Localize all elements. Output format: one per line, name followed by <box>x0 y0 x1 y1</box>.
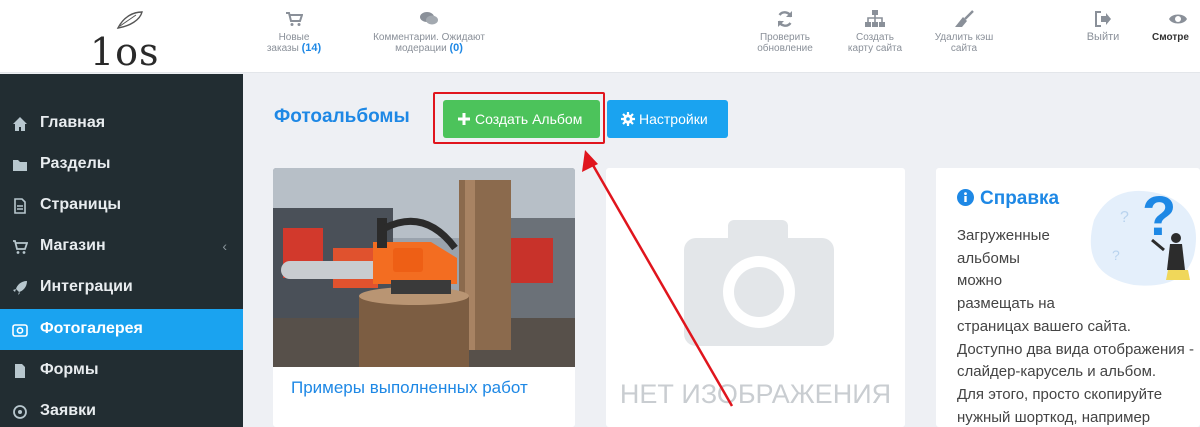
sidebar-item-integrations[interactable]: Интеграции <box>0 267 243 308</box>
chevron-left-icon: ‹ <box>222 238 227 254</box>
camera-placeholder-icon <box>684 220 834 346</box>
leaf-logo-icon <box>116 11 143 29</box>
comments-count: (0) <box>449 42 463 54</box>
check-update-link[interactable]: Проверить обновление <box>752 10 818 54</box>
home-icon <box>13 117 27 131</box>
help-line: слайдер-карусель и альбом. <box>957 363 1157 381</box>
logout-label: Выйти <box>1086 31 1120 43</box>
create-sitemap-link[interactable]: Создать карту сайта <box>840 10 910 54</box>
sidebar-item-label: Главная <box>40 114 106 131</box>
camera-icon <box>12 324 28 337</box>
refresh-icon <box>777 11 793 27</box>
sidebar-item-requests[interactable]: Заявки <box>0 391 243 427</box>
chainsaw-photo <box>273 168 575 367</box>
annotation-highlight-box <box>433 92 605 144</box>
update-label-line2: обновление <box>757 43 813 54</box>
logo[interactable]: 1os <box>82 8 162 74</box>
sidebar-item-label: Заявки <box>40 402 96 419</box>
comments-icon <box>420 12 438 25</box>
file-solid-icon <box>15 364 25 378</box>
cache-label-line1: Удалить кэш <box>934 32 994 43</box>
sidebar-item-label: Интеграции <box>40 278 133 295</box>
pending-comments-link[interactable]: Комментарии. Ожидают модерации (0) <box>364 10 494 54</box>
sidebar-item-photogallery[interactable]: Фотогалерея <box>0 309 243 350</box>
info-icon <box>957 189 974 206</box>
sidebar-item-pages[interactable]: Страницы <box>0 185 243 226</box>
cart-icon <box>13 240 28 254</box>
help-title-text: Справка <box>980 188 1060 209</box>
sidebar-item-label: Фотогалерея <box>40 320 143 337</box>
help-line: размещать на <box>957 295 1055 313</box>
help-line: Для этого, просто скопируйте <box>957 385 1163 403</box>
help-line: альбомы <box>957 249 1020 267</box>
sidebar-item-shop[interactable]: Магазин ‹ <box>0 226 243 267</box>
settings-button[interactable]: Настройки <box>607 100 728 138</box>
rocket-icon <box>13 281 27 295</box>
logout-link[interactable]: Выйти <box>1080 10 1126 43</box>
top-bar: 1os Новые заказы (14) Комментарии. Ожида… <box>0 0 1200 74</box>
view-site-link[interactable]: Смотре <box>1152 10 1200 43</box>
cart-icon <box>286 12 303 26</box>
help-line: нужный шорткод, например <box>957 408 1151 426</box>
sidebar-item-sections[interactable]: Разделы <box>0 144 243 185</box>
help-line: страницах вашего сайта. <box>957 317 1131 335</box>
file-icon <box>14 198 26 214</box>
sitemap-label-line1: Создать <box>855 32 894 43</box>
logout-icon <box>1095 11 1111 27</box>
help-line: Загруженные <box>957 227 1050 244</box>
folder-icon <box>13 160 27 171</box>
new-orders-link[interactable]: Новые заказы (14) <box>262 10 326 54</box>
album-card[interactable]: Примеры выполненных работ <box>273 168 575 427</box>
help-line: Доступно два вида отображения - <box>957 340 1194 358</box>
eye-icon <box>1169 14 1187 24</box>
orders-label-line2: заказы <box>266 43 299 54</box>
update-label-line1: Проверить <box>759 32 810 43</box>
broom-icon <box>955 10 974 27</box>
sidebar-item-forms[interactable]: Формы <box>0 350 243 391</box>
gear-icon <box>621 112 635 126</box>
comments-label-line2: модерации <box>395 43 447 54</box>
orders-count: (14) <box>301 42 322 54</box>
view-site-label: Смотре <box>1152 32 1189 43</box>
comments-label-line1: Комментарии. Ожидают <box>373 32 485 43</box>
sidebar: Главная Разделы Страницы Магазин ‹ Интег… <box>0 74 243 427</box>
page-title: Фотоальбомы <box>274 106 410 127</box>
help-text: Загруженные альбомы можно размещать на с… <box>957 225 1200 427</box>
logo-text: 1os <box>90 30 160 74</box>
sidebar-item-label: Разделы <box>40 155 111 172</box>
help-title: Справка <box>957 188 1059 210</box>
cache-label-line2: сайта <box>950 43 978 54</box>
album-card[interactable]: НЕТ ИЗОБРАЖЕНИЯ <box>606 168 905 427</box>
album-title[interactable]: Примеры выполненных работ <box>291 378 528 398</box>
help-line: можно <box>957 272 1003 290</box>
album-cover-photo[interactable] <box>273 168 575 367</box>
settings-label: Настройки <box>639 111 708 127</box>
sitemap-label-line2: карту сайта <box>847 43 903 54</box>
svg-text:?: ? <box>1120 209 1129 226</box>
target-icon <box>13 405 27 419</box>
sidebar-item-label: Страницы <box>40 196 122 213</box>
help-panel: ? ? ? Справка Загруженные альбомы можно … <box>936 168 1200 427</box>
no-image-placeholder-text: НЕТ ИЗОБРАЖЕНИЯ <box>619 379 892 409</box>
sitemap-icon <box>865 10 885 27</box>
sidebar-item-label: Магазин <box>40 237 106 254</box>
clear-cache-link[interactable]: Удалить кэш сайта <box>928 10 1000 54</box>
sidebar-item-label: Формы <box>40 361 99 378</box>
sidebar-item-home[interactable]: Главная <box>0 103 243 144</box>
